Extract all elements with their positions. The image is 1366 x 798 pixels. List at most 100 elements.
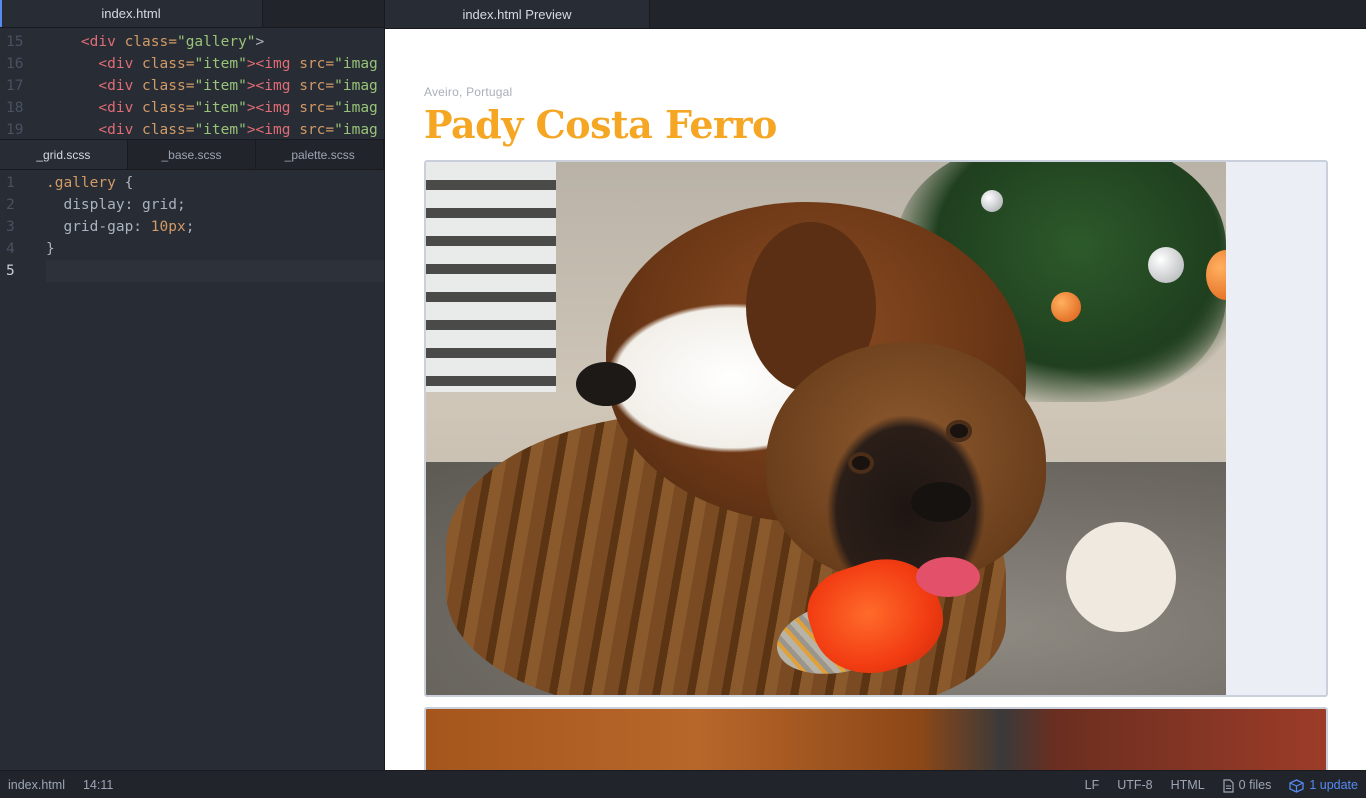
code-line: 2 display: grid; <box>0 194 384 216</box>
editor-pane: index.html 15 <div class="gallery"> 16 <… <box>0 0 385 770</box>
gallery-item <box>424 707 1328 770</box>
line-number: 5 <box>6 263 15 279</box>
code-token: ><img <box>246 56 291 72</box>
status-grammar[interactable]: HTML <box>1171 771 1205 798</box>
code-token: class= <box>142 56 195 72</box>
preview-tab-bar: index.html Preview <box>385 0 1366 29</box>
gallery-item <box>424 160 1328 697</box>
location-label: Aveiro, Portugal <box>424 85 513 99</box>
status-line-ending[interactable]: LF <box>1085 771 1100 798</box>
tab-bar-empty <box>263 0 384 27</box>
line-number: 3 <box>6 219 15 235</box>
code-line: 17 <div class="item"><img src="imag <box>0 75 384 97</box>
status-file-name[interactable]: index.html <box>8 771 65 798</box>
code-line: 1 .gallery { <box>0 172 384 194</box>
boxer-eye <box>848 452 874 474</box>
line-number: 18 <box>6 100 24 116</box>
code-token: > <box>255 34 265 50</box>
status-update-label: 1 update <box>1309 778 1358 792</box>
tab-palette-scss[interactable]: _palette.scss <box>256 140 384 169</box>
package-icon <box>1289 778 1304 793</box>
tab-base-scss[interactable]: _base.scss <box>128 140 257 169</box>
code-token: class= <box>124 34 177 50</box>
line-number: 19 <box>6 122 24 138</box>
second-photo <box>426 709 1326 770</box>
puppy-nose <box>576 362 636 406</box>
code-line: 3 grid-gap: 10px; <box>0 216 384 238</box>
code-line: 15 <div class="gallery"> <box>0 31 384 53</box>
code-token: <div <box>98 56 134 72</box>
boxer-nose <box>911 482 971 522</box>
line-number: 4 <box>6 241 15 257</box>
code-token: "imag <box>334 100 378 116</box>
code-token: "item" <box>194 78 247 94</box>
window-blinds <box>426 162 556 392</box>
code-token: "imag <box>334 56 378 72</box>
line-number: 16 <box>6 56 24 72</box>
puppy-paw <box>1066 522 1176 632</box>
code-token: "item" <box>194 122 247 138</box>
code-token: ><img <box>246 122 291 138</box>
code-token: "imag <box>334 122 378 138</box>
code-token: src= <box>299 100 335 116</box>
code-line: 16 <div class="item"><img src="imag <box>0 53 384 75</box>
status-cursor-position[interactable]: 14:11 <box>83 771 113 798</box>
code-line-current: 5 <box>0 260 384 282</box>
code-token: class= <box>142 78 195 94</box>
tab-index-html[interactable]: index.html <box>0 0 263 27</box>
code-token: src= <box>299 78 335 94</box>
cursor-line[interactable] <box>46 260 384 282</box>
code-token: grid; <box>133 197 186 213</box>
code-token: <div <box>98 100 134 116</box>
code-token: src= <box>299 122 335 138</box>
page-title: Pady Costa Ferro <box>424 102 777 147</box>
ornament <box>1051 292 1081 322</box>
code-token: <div <box>98 78 134 94</box>
code-token: 10px <box>142 219 186 235</box>
code-token: "gallery" <box>176 34 256 50</box>
ornament <box>981 190 1003 212</box>
code-token: class= <box>142 122 195 138</box>
tab-preview[interactable]: index.html Preview <box>385 0 650 28</box>
dogs-photo <box>426 162 1226 695</box>
code-token: "item" <box>194 100 247 116</box>
status-encoding[interactable]: UTF-8 <box>1117 771 1152 798</box>
preview-content: Aveiro, Portugal Pady Costa Ferro <box>385 29 1366 147</box>
boxer-tongue <box>916 557 980 597</box>
status-git-files[interactable]: 0 files <box>1223 771 1272 798</box>
code-token: ; <box>185 219 195 235</box>
code-token: .gallery <box>46 175 116 191</box>
html-tab-bar: index.html <box>0 0 384 28</box>
status-files-label: 0 files <box>1238 778 1272 792</box>
code-token: <div <box>80 34 116 50</box>
code-token: <div <box>98 122 134 138</box>
preview-pane: index.html Preview Aveiro, Portugal Pady… <box>385 0 1366 770</box>
line-number: 17 <box>6 78 24 94</box>
tab-grid-scss[interactable]: _grid.scss <box>0 140 128 169</box>
status-bar: index.html 14:11 LF UTF-8 HTML 0 files 1… <box>0 770 1366 798</box>
line-number: 15 <box>6 34 24 50</box>
code-token: } <box>46 241 55 257</box>
code-token: src= <box>299 56 335 72</box>
code-token: display: <box>63 197 134 213</box>
boxer-eye <box>946 420 972 442</box>
code-line: 4 } <box>0 238 384 260</box>
status-update[interactable]: 1 update <box>1289 771 1358 798</box>
code-line: 18 <div class="item"><img src="imag <box>0 97 384 119</box>
code-token: "item" <box>194 56 247 72</box>
ornament <box>1148 247 1184 283</box>
line-number: 2 <box>6 197 15 213</box>
scss-editor[interactable]: 1 .gallery { 2 display: grid; 3 grid-gap… <box>0 170 384 282</box>
code-token: class= <box>142 100 195 116</box>
code-token: "imag <box>334 78 378 94</box>
html-editor[interactable]: 15 <div class="gallery"> 16 <div class="… <box>0 28 384 140</box>
code-token: grid-gap: <box>63 219 143 235</box>
code-token: { <box>115 175 134 191</box>
code-line: 19 <div class="item"><img src="imag <box>0 119 384 139</box>
file-icon <box>1223 779 1234 793</box>
code-token: ><img <box>246 78 291 94</box>
boxer-head <box>766 342 1046 582</box>
line-number: 1 <box>6 175 15 191</box>
code-token: ><img <box>246 100 291 116</box>
scss-tab-bar: _grid.scss _base.scss _palette.scss <box>0 140 384 170</box>
